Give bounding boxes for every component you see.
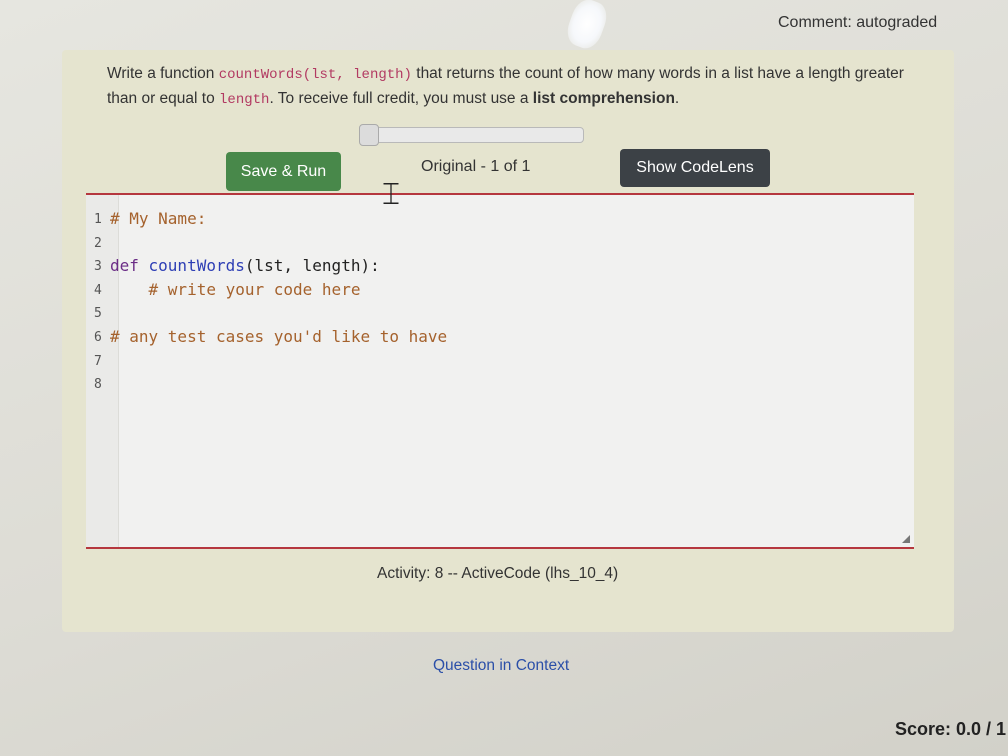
code-token: countWords <box>148 256 245 276</box>
code-text: # any test cases you'd like to have <box>110 327 447 346</box>
code-text: def countWords(lst, length): <box>110 256 380 275</box>
code-line[interactable]: 7 <box>86 351 886 374</box>
code-line[interactable]: 6 # any test cases you'd like to have <box>86 327 886 350</box>
code-text: # write your code here <box>110 279 361 299</box>
save-and-run-button[interactable]: Save & Run <box>226 152 341 191</box>
grading-comment: Comment: autograded <box>778 14 938 31</box>
question-prompt: Write a function countWords(lst, length)… <box>107 62 907 112</box>
code-token: # write your code here <box>110 279 361 299</box>
show-codelens-button[interactable]: Show CodeLens <box>620 149 770 187</box>
screen-glare <box>562 0 612 53</box>
prompt-emphasis: list comprehension <box>532 90 675 107</box>
resize-handle[interactable] <box>902 535 910 543</box>
code-line[interactable]: 4 # write your code here <box>86 280 886 303</box>
score-label: Score: 0.0 / 1 <box>895 719 1007 739</box>
question-in-context-link[interactable]: Question in Context <box>433 657 569 675</box>
prompt-text: Write a function <box>107 65 219 82</box>
code-line[interactable]: 8 <box>86 374 886 397</box>
line-number: 7 <box>94 353 102 369</box>
code-line[interactable]: 1 # My Name: <box>86 209 886 232</box>
line-number: 5 <box>94 306 102 322</box>
activity-label: Activity: 8 -- ActiveCode (lhs_10_4) <box>377 565 619 582</box>
code-token: def <box>110 256 149 276</box>
code-token: (lst, length): <box>244 256 380 276</box>
code-editor[interactable]: 1 # My Name: 2 3 def countWords(lst, length)… <box>86 193 914 549</box>
function-signature: countWords(lst, length) <box>218 67 412 83</box>
version-slider[interactable] <box>359 124 584 146</box>
version-label: Original - 1 of 1 <box>421 158 531 175</box>
code-token: # My Name: <box>110 209 207 228</box>
code-line[interactable]: 3 def countWords(lst, length): <box>86 256 886 279</box>
code-line[interactable]: 2 <box>86 233 886 256</box>
line-number: 8 <box>94 377 102 393</box>
code-text: # My Name: <box>110 209 206 228</box>
text-cursor-icon: ⌶ <box>382 177 400 212</box>
prompt-text: . To receive full credit, you must use a <box>269 90 533 107</box>
code-line[interactable]: 5 <box>86 303 886 326</box>
slider-handle[interactable] <box>359 124 379 146</box>
prompt-text: . <box>674 90 680 107</box>
line-number: 2 <box>94 235 102 251</box>
param-name: length <box>219 92 270 108</box>
code-token: # any test cases you'd like to have <box>110 327 448 346</box>
